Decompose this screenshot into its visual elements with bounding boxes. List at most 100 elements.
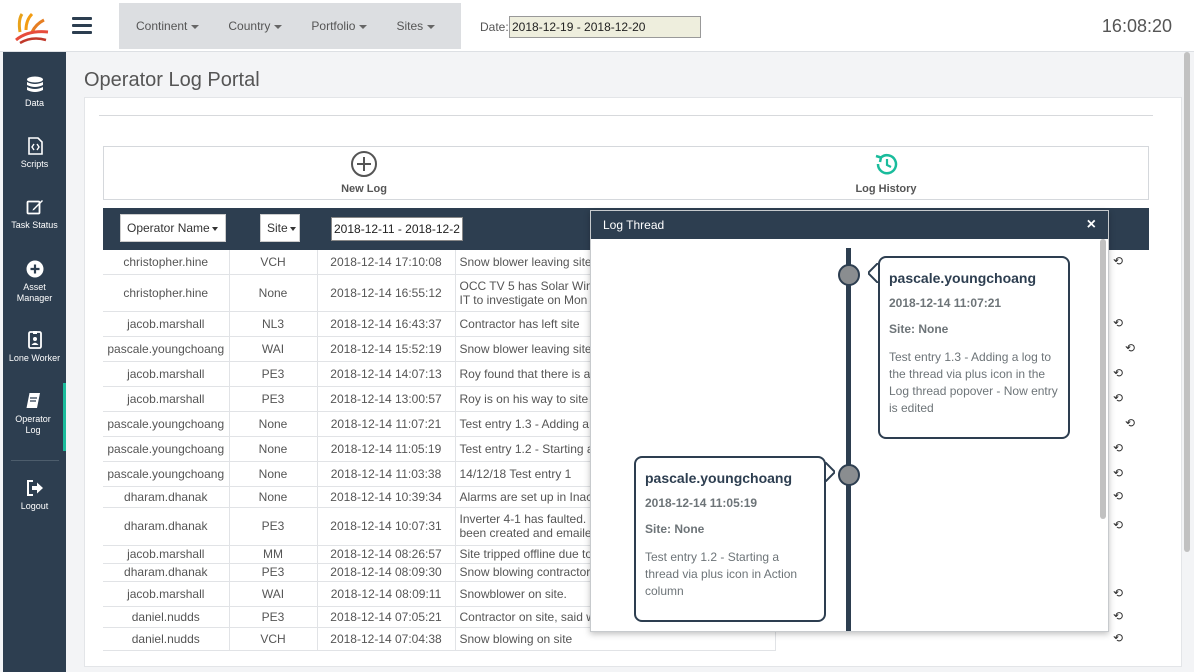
log-thread-popover: Log Thread × pascale.youngchoang 2018-12… [590, 210, 1109, 632]
history-icon[interactable]: ⟲ [1113, 609, 1123, 623]
time-cell: 2018-12-14 08:09:30 [317, 563, 456, 582]
popover-title: Log Thread [603, 218, 665, 232]
sidebar-item-asset-manager[interactable]: Asset Manager [3, 260, 66, 304]
operator-cell: jacob.marshall [103, 386, 230, 412]
page-scrollbar[interactable] [1184, 52, 1190, 552]
history-icon[interactable]: ⟲ [1113, 316, 1123, 330]
popover-scrollbar[interactable] [1100, 239, 1106, 519]
caret-down-icon [427, 24, 436, 29]
sites-dropdown[interactable]: Sites [379, 19, 447, 33]
sidebar-item-label: Task Status [11, 220, 58, 230]
operator-cell: dharam.dhanak [103, 507, 230, 546]
sidebar: Data Scripts Task Status Asset Manager L… [3, 52, 66, 672]
continent-dropdown[interactable]: Continent [119, 19, 211, 33]
operator-cell: jacob.marshall [103, 361, 230, 387]
log-date-range-input[interactable] [331, 217, 463, 241]
history-icon[interactable]: ⟲ [1125, 416, 1135, 430]
sidebar-item-data[interactable]: Data [3, 76, 66, 109]
divider [99, 115, 1153, 116]
caret-down-icon [289, 226, 296, 231]
database-icon [26, 76, 43, 92]
history-icon[interactable]: ⟲ [1113, 391, 1123, 405]
country-label: Country [228, 19, 271, 33]
sidebar-item-label: Manager [16, 293, 53, 303]
sidebar-item-label: Data [24, 98, 44, 108]
new-log-label: New Log [341, 183, 387, 195]
log-history-label: Log History [855, 183, 917, 195]
site-cell: None [229, 274, 318, 312]
sidebar-item-operator-log[interactable]: Operator Log [3, 383, 66, 451]
sidebar-item-lone-worker[interactable]: Lone Worker [3, 331, 66, 364]
clock: 16:08:20 [1101, 16, 1172, 36]
site-filter[interactable]: Site [260, 214, 300, 242]
code-file-icon [27, 137, 43, 155]
entry-user: pascale.youngchoang [645, 470, 793, 486]
hamburger-menu-icon[interactable] [72, 17, 92, 34]
history-icon[interactable]: ⟲ [1113, 586, 1123, 600]
history-icon[interactable]: ⟲ [1113, 366, 1123, 380]
operator-cell: pascale.youngchoang [103, 461, 230, 487]
operator-cell: jacob.marshall [103, 311, 230, 337]
operator-cell: pascale.youngchoang [103, 411, 230, 437]
thread-entry: pascale.youngchoang 2018-12-14 11:05:19 … [634, 456, 826, 622]
history-icon[interactable]: ⟲ [1113, 518, 1123, 532]
operator-cell: pascale.youngchoang [103, 436, 230, 462]
history-icon[interactable]: ⟲ [1113, 489, 1123, 503]
site-cell: WAI [229, 336, 318, 362]
history-icon[interactable]: ⟲ [1113, 466, 1123, 480]
sites-label: Sites [396, 19, 424, 33]
operator-cell: christopher.hine [103, 274, 230, 312]
date-label: Date: [480, 20, 509, 34]
time-cell: 2018-12-14 07:04:38 [317, 627, 456, 651]
caret-down-icon [274, 24, 283, 29]
log-history-button[interactable]: Log History [826, 150, 946, 195]
thread-entry: pascale.youngchoang 2018-12-14 11:07:21 … [878, 256, 1070, 439]
new-log-button[interactable]: New Log [304, 150, 424, 195]
sidebar-item-label: Scripts [20, 159, 49, 169]
site-cell: None [229, 486, 318, 508]
time-cell: 2018-12-14 08:09:11 [317, 581, 456, 607]
page-title: Operator Log Portal [84, 69, 260, 91]
log-actions-bar: New Log Log History [103, 146, 1149, 200]
caret-down-icon [359, 24, 368, 29]
portfolio-label: Portfolio [311, 19, 356, 33]
portfolio-dropdown[interactable]: Portfolio [294, 19, 379, 33]
sidebar-item-label: Logout [20, 501, 49, 511]
timeline-line [846, 248, 851, 631]
operator-filter-label: Operator Name [127, 221, 210, 235]
book-icon [25, 392, 40, 409]
operator-name-filter[interactable]: Operator Name [120, 214, 226, 242]
time-cell: 2018-12-14 14:07:13 [317, 361, 456, 387]
history-icon[interactable]: ⟲ [1125, 341, 1135, 355]
sidebar-item-label: Log [25, 425, 41, 435]
sidebar-item-scripts[interactable]: Scripts [3, 137, 66, 170]
operator-cell: daniel.nudds [103, 627, 230, 651]
timeline-dot [838, 264, 860, 286]
history-icon[interactable]: ⟲ [1113, 254, 1123, 268]
date-range-input[interactable] [509, 16, 701, 38]
operator-cell: dharam.dhanak [103, 563, 230, 582]
site-cell: PE3 [229, 606, 318, 628]
sidebar-item-logout[interactable]: Logout [3, 479, 66, 512]
history-icon [875, 153, 898, 175]
operator-cell: daniel.nudds [103, 606, 230, 628]
site-cell: PE3 [229, 386, 318, 412]
entry-site: Site: None [889, 322, 949, 336]
time-cell: 2018-12-14 11:07:21 [317, 411, 456, 437]
caret-down-icon [211, 226, 218, 231]
time-cell: 2018-12-14 16:43:37 [317, 311, 456, 337]
site-cell: PE3 [229, 507, 318, 546]
site-cell: None [229, 461, 318, 487]
history-icon[interactable]: ⟲ [1113, 631, 1123, 645]
history-icon[interactable]: ⟲ [1113, 441, 1123, 455]
entry-timestamp: 2018-12-14 11:05:19 [645, 496, 758, 510]
time-cell: 2018-12-14 17:10:08 [317, 250, 456, 275]
caret-down-icon [191, 24, 200, 29]
site-cell: PE3 [229, 563, 318, 582]
timeline-dot [838, 464, 860, 486]
close-icon[interactable]: × [1087, 216, 1096, 234]
country-dropdown[interactable]: Country [211, 19, 294, 33]
sidebar-item-task-status[interactable]: Task Status [3, 198, 66, 231]
site-cell: None [229, 411, 318, 437]
entry-site: Site: None [645, 522, 705, 536]
